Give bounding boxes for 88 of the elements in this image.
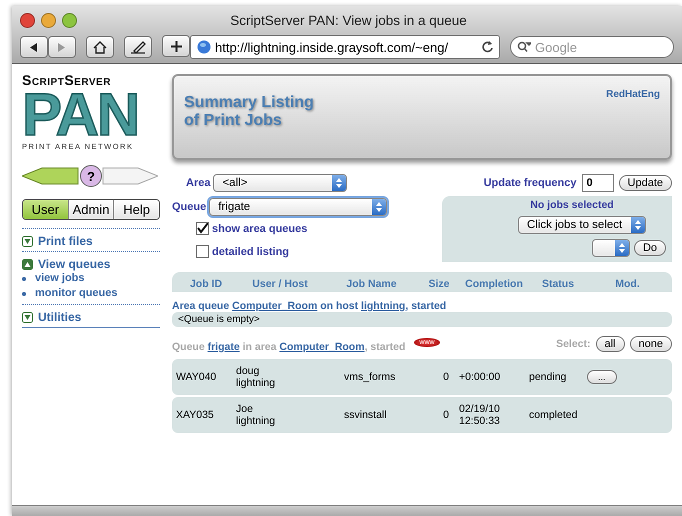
- plus-icon: [170, 40, 182, 52]
- column-header: Job ID: [188, 278, 224, 290]
- back-button[interactable]: [20, 36, 48, 58]
- sidebar-item[interactable]: Utilities: [38, 310, 82, 324]
- column-header: Job Name: [345, 278, 398, 290]
- queue-heading: Area queue Computer_Room on host lightning, started: [172, 300, 448, 312]
- field-label: Update frequency: [484, 177, 577, 189]
- sidebar-subitem[interactable]: view jobs: [35, 271, 85, 286]
- page-title: Summary Listing: [184, 94, 314, 112]
- table-cell-text: pending: [529, 371, 568, 383]
- zoom-icon[interactable]: [62, 12, 77, 28]
- minimize-icon[interactable]: [41, 12, 56, 28]
- table-cell-text: completed: [529, 409, 578, 421]
- add-bookmark-button[interactable]: [162, 35, 190, 57]
- job-row[interactable]: WAY040 doug lightning vms_forms 0 +0:00:00 pending ...: [172, 359, 672, 395]
- stepper-icon: [635, 220, 641, 230]
- select-button[interactable]: all: [596, 336, 625, 352]
- table-cell-text: vms_forms: [343, 371, 396, 383]
- expand-icon: [22, 236, 33, 246]
- checkbox[interactable]: [196, 222, 209, 235]
- back-icon: [30, 42, 38, 52]
- stepper-icon: [376, 202, 382, 212]
- table-cell-text: doug lightning: [236, 365, 276, 389]
- stepper-icon: [336, 178, 342, 188]
- sidebar-item[interactable]: Print files: [38, 234, 93, 248]
- link[interactable]: Computer_Room: [232, 300, 318, 312]
- column-header: Completion: [464, 278, 524, 290]
- checkbox-label: detailed listing: [212, 246, 290, 258]
- column-header: Mod.: [614, 278, 641, 290]
- selection-status: No jobs selected: [529, 199, 614, 211]
- expand-icon: [22, 312, 33, 322]
- option-select[interactable]: [592, 239, 630, 257]
- home-button[interactable]: [86, 36, 114, 58]
- select-label: Select:: [556, 338, 590, 350]
- area-select[interactable]: <all>: [213, 174, 348, 192]
- forward-button[interactable]: [48, 36, 76, 58]
- search-icon: [517, 41, 531, 53]
- window-title: ScriptServer PAN: View jobs in a queue: [230, 12, 468, 28]
- page-title: of Print Jobs: [184, 112, 283, 130]
- select-button[interactable]: none: [630, 336, 672, 352]
- help-button[interactable]: ?: [80, 165, 102, 187]
- link[interactable]: frigate: [208, 341, 240, 353]
- sidebar-item[interactable]: View queues: [38, 257, 110, 271]
- field-label: Queue: [172, 201, 206, 213]
- link[interactable]: Computer_Room: [279, 341, 365, 353]
- action-select[interactable]: Click jobs to select: [518, 216, 646, 234]
- home-icon: [93, 40, 107, 54]
- table-cell-text: 0: [442, 371, 450, 383]
- url-field[interactable]: http://lightning.inside.graysoft.com/~eng/: [190, 35, 500, 59]
- more-button[interactable]: ...: [587, 370, 617, 384]
- table-cell-text: 02/19/10 12:50:33: [459, 403, 501, 427]
- stepper-icon: [618, 243, 625, 253]
- table-cell-text: +0:00:00: [459, 371, 502, 383]
- mode-tab[interactable]: Help: [114, 200, 159, 219]
- frequency-field[interactable]: 0: [582, 174, 614, 192]
- mode-tab[interactable]: Admin: [68, 200, 114, 219]
- brand-name: ScriptServer: [22, 72, 112, 88]
- empty-message: <Queue is empty>: [172, 312, 672, 327]
- globe-icon: [197, 40, 211, 54]
- column-header: Size: [427, 278, 450, 290]
- link[interactable]: lightning: [361, 300, 406, 312]
- field-label: Area: [186, 177, 210, 189]
- bullet-icon: [22, 292, 26, 296]
- edit-button[interactable]: [124, 36, 152, 58]
- sidebar-subitem[interactable]: monitor queues: [35, 286, 118, 301]
- bullet-icon: [22, 276, 26, 280]
- queue-heading: Queue frigate in area Computer_Room, started: [172, 341, 406, 353]
- user-name: RedHatEng: [606, 89, 660, 100]
- column-header: Status: [540, 278, 576, 290]
- column-header: User / Host: [251, 278, 309, 290]
- reload-icon[interactable]: [482, 41, 493, 53]
- queue-select[interactable]: frigate: [209, 198, 388, 216]
- product-logo: PAN: [22, 88, 140, 142]
- table-cell-text: 0: [442, 409, 450, 421]
- table-cell-text: ssvinstall: [343, 409, 388, 421]
- table-cell-text: XAY035: [176, 409, 215, 421]
- update-button[interactable]: Update: [618, 175, 672, 191]
- forward-icon: [58, 42, 66, 52]
- collapse-icon: [22, 258, 33, 270]
- checkbox[interactable]: [196, 245, 209, 258]
- do-button[interactable]: Do: [634, 240, 666, 256]
- checkbox-label: show area queues: [212, 222, 308, 234]
- table-cell-text: Joe lightning: [236, 403, 276, 427]
- table-cell-text: WAY040: [176, 371, 218, 383]
- mode-tab[interactable]: User: [23, 200, 69, 219]
- left-arrow-icon[interactable]: [22, 166, 80, 186]
- pencil-icon: [130, 40, 146, 54]
- close-icon[interactable]: [20, 12, 35, 28]
